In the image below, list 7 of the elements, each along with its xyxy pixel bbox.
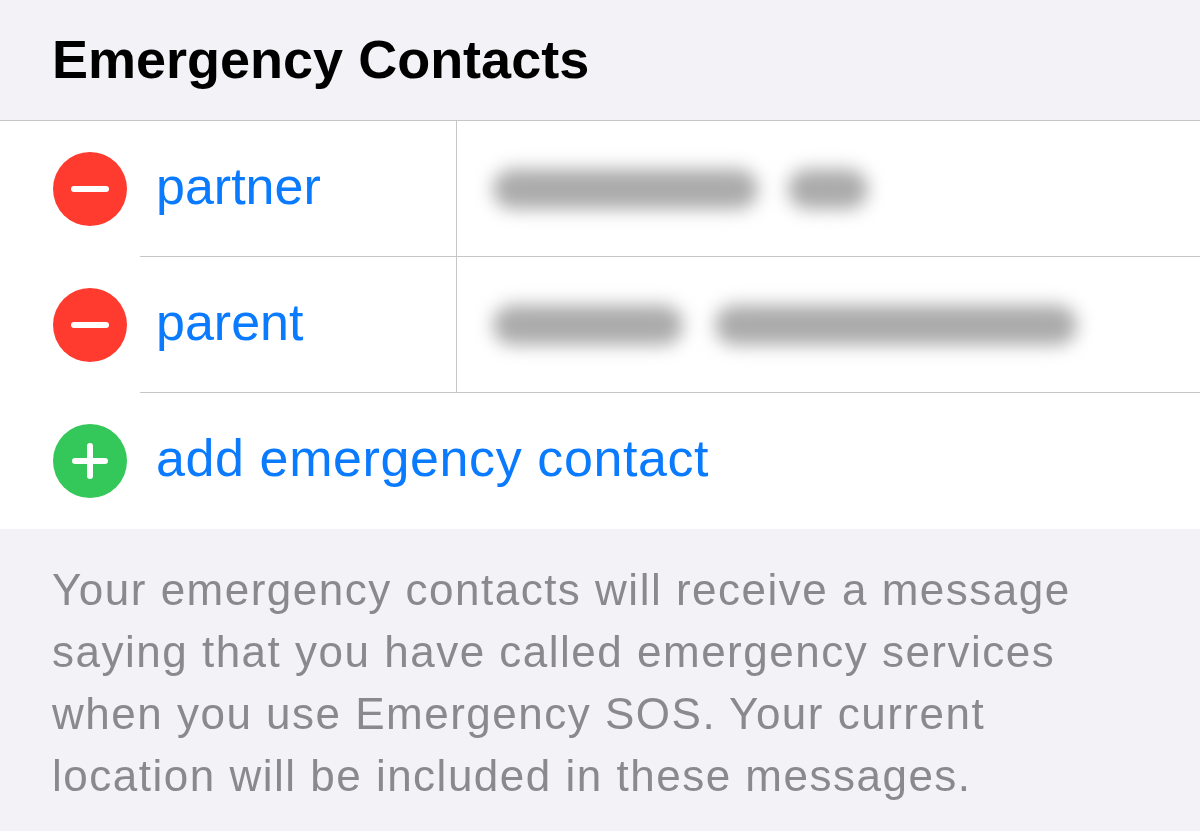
relationship-label[interactable]: parent <box>156 295 304 354</box>
footer-note: Your emergency contacts will receive a message saying that you have called emergency services when you use Emergency SOS. Your current location will be included in these messages. <box>52 564 1072 802</box>
add-contact-button[interactable]: add emergency contact <box>156 432 710 490</box>
minus-circle-icon[interactable] <box>53 288 127 362</box>
plus-circle-icon[interactable] <box>53 424 127 498</box>
relationship-label[interactable]: partner <box>156 159 321 218</box>
minus-circle-icon[interactable] <box>53 152 127 226</box>
